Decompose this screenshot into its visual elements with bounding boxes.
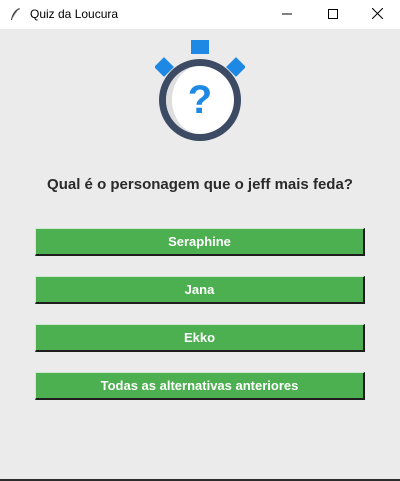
minimize-icon <box>282 6 292 24</box>
maximize-button[interactable] <box>310 0 356 29</box>
minimize-button[interactable] <box>264 0 310 29</box>
stopwatch-question-icon: ? <box>154 40 246 144</box>
answer-button-2[interactable]: Jana <box>35 276 365 304</box>
close-button[interactable] <box>354 0 400 29</box>
feather-app-icon <box>8 7 22 21</box>
app-window: Quiz da Loucura ? Qual é o personagem qu… <box>0 0 400 481</box>
answer-button-4[interactable]: Todas as alternativas anteriores <box>35 372 365 400</box>
close-icon <box>371 6 383 24</box>
answer-button-1[interactable]: Seraphine <box>35 228 365 256</box>
title-bar[interactable]: Quiz da Loucura <box>0 0 400 29</box>
question-text: Qual é o personagem que o jeff mais feda… <box>47 176 353 193</box>
window-title: Quiz da Loucura <box>30 7 119 21</box>
maximize-icon <box>328 6 338 24</box>
svg-text:?: ? <box>188 78 212 122</box>
answer-button-3[interactable]: Ekko <box>35 324 365 352</box>
